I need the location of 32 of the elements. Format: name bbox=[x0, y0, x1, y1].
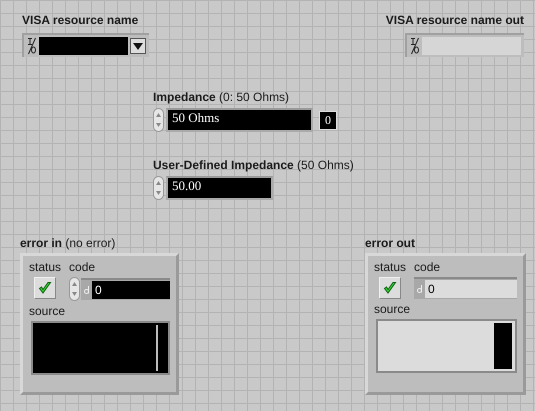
code-label: code bbox=[69, 260, 96, 274]
source-label: source bbox=[374, 302, 412, 316]
code-label: code bbox=[414, 260, 442, 274]
code-field[interactable]: 0 bbox=[81, 278, 170, 300]
source-label: source bbox=[29, 304, 66, 318]
control-label: Impedance (0: 50 Ohms) bbox=[153, 90, 290, 104]
scrollbar[interactable] bbox=[494, 323, 512, 369]
control-label: User-Defined Impedance (50 Ohms) bbox=[153, 158, 354, 172]
cluster-label: error in (no error) bbox=[20, 236, 116, 250]
io-icon bbox=[410, 37, 420, 55]
radix-icon bbox=[417, 285, 422, 293]
spinner-icon[interactable] bbox=[69, 277, 80, 301]
scrollbar[interactable] bbox=[156, 325, 158, 371]
status-label: status bbox=[374, 260, 406, 274]
radix-icon bbox=[84, 286, 90, 294]
visa-dropdown[interactable] bbox=[22, 33, 149, 57]
status-label: status bbox=[29, 260, 62, 274]
spinner-icon[interactable] bbox=[153, 176, 164, 200]
checkmark-icon bbox=[38, 281, 52, 295]
control-label: VISA resource name out bbox=[386, 13, 524, 27]
control-label: VISA resource name bbox=[22, 13, 138, 27]
index-display: 0 bbox=[319, 110, 337, 130]
spinner-icon[interactable] bbox=[153, 108, 164, 132]
numeric-field[interactable]: 50.00 bbox=[166, 176, 273, 200]
io-icon bbox=[27, 37, 37, 55]
code-field: 0 bbox=[414, 277, 517, 299]
source-field[interactable] bbox=[31, 321, 170, 375]
cluster-label: error out bbox=[365, 236, 416, 250]
ring-field[interactable]: 50 Ohms bbox=[166, 108, 313, 132]
dropdown-arrow-icon[interactable] bbox=[133, 42, 143, 50]
status-checkbox[interactable] bbox=[34, 277, 56, 299]
checkmark-icon bbox=[383, 281, 397, 295]
